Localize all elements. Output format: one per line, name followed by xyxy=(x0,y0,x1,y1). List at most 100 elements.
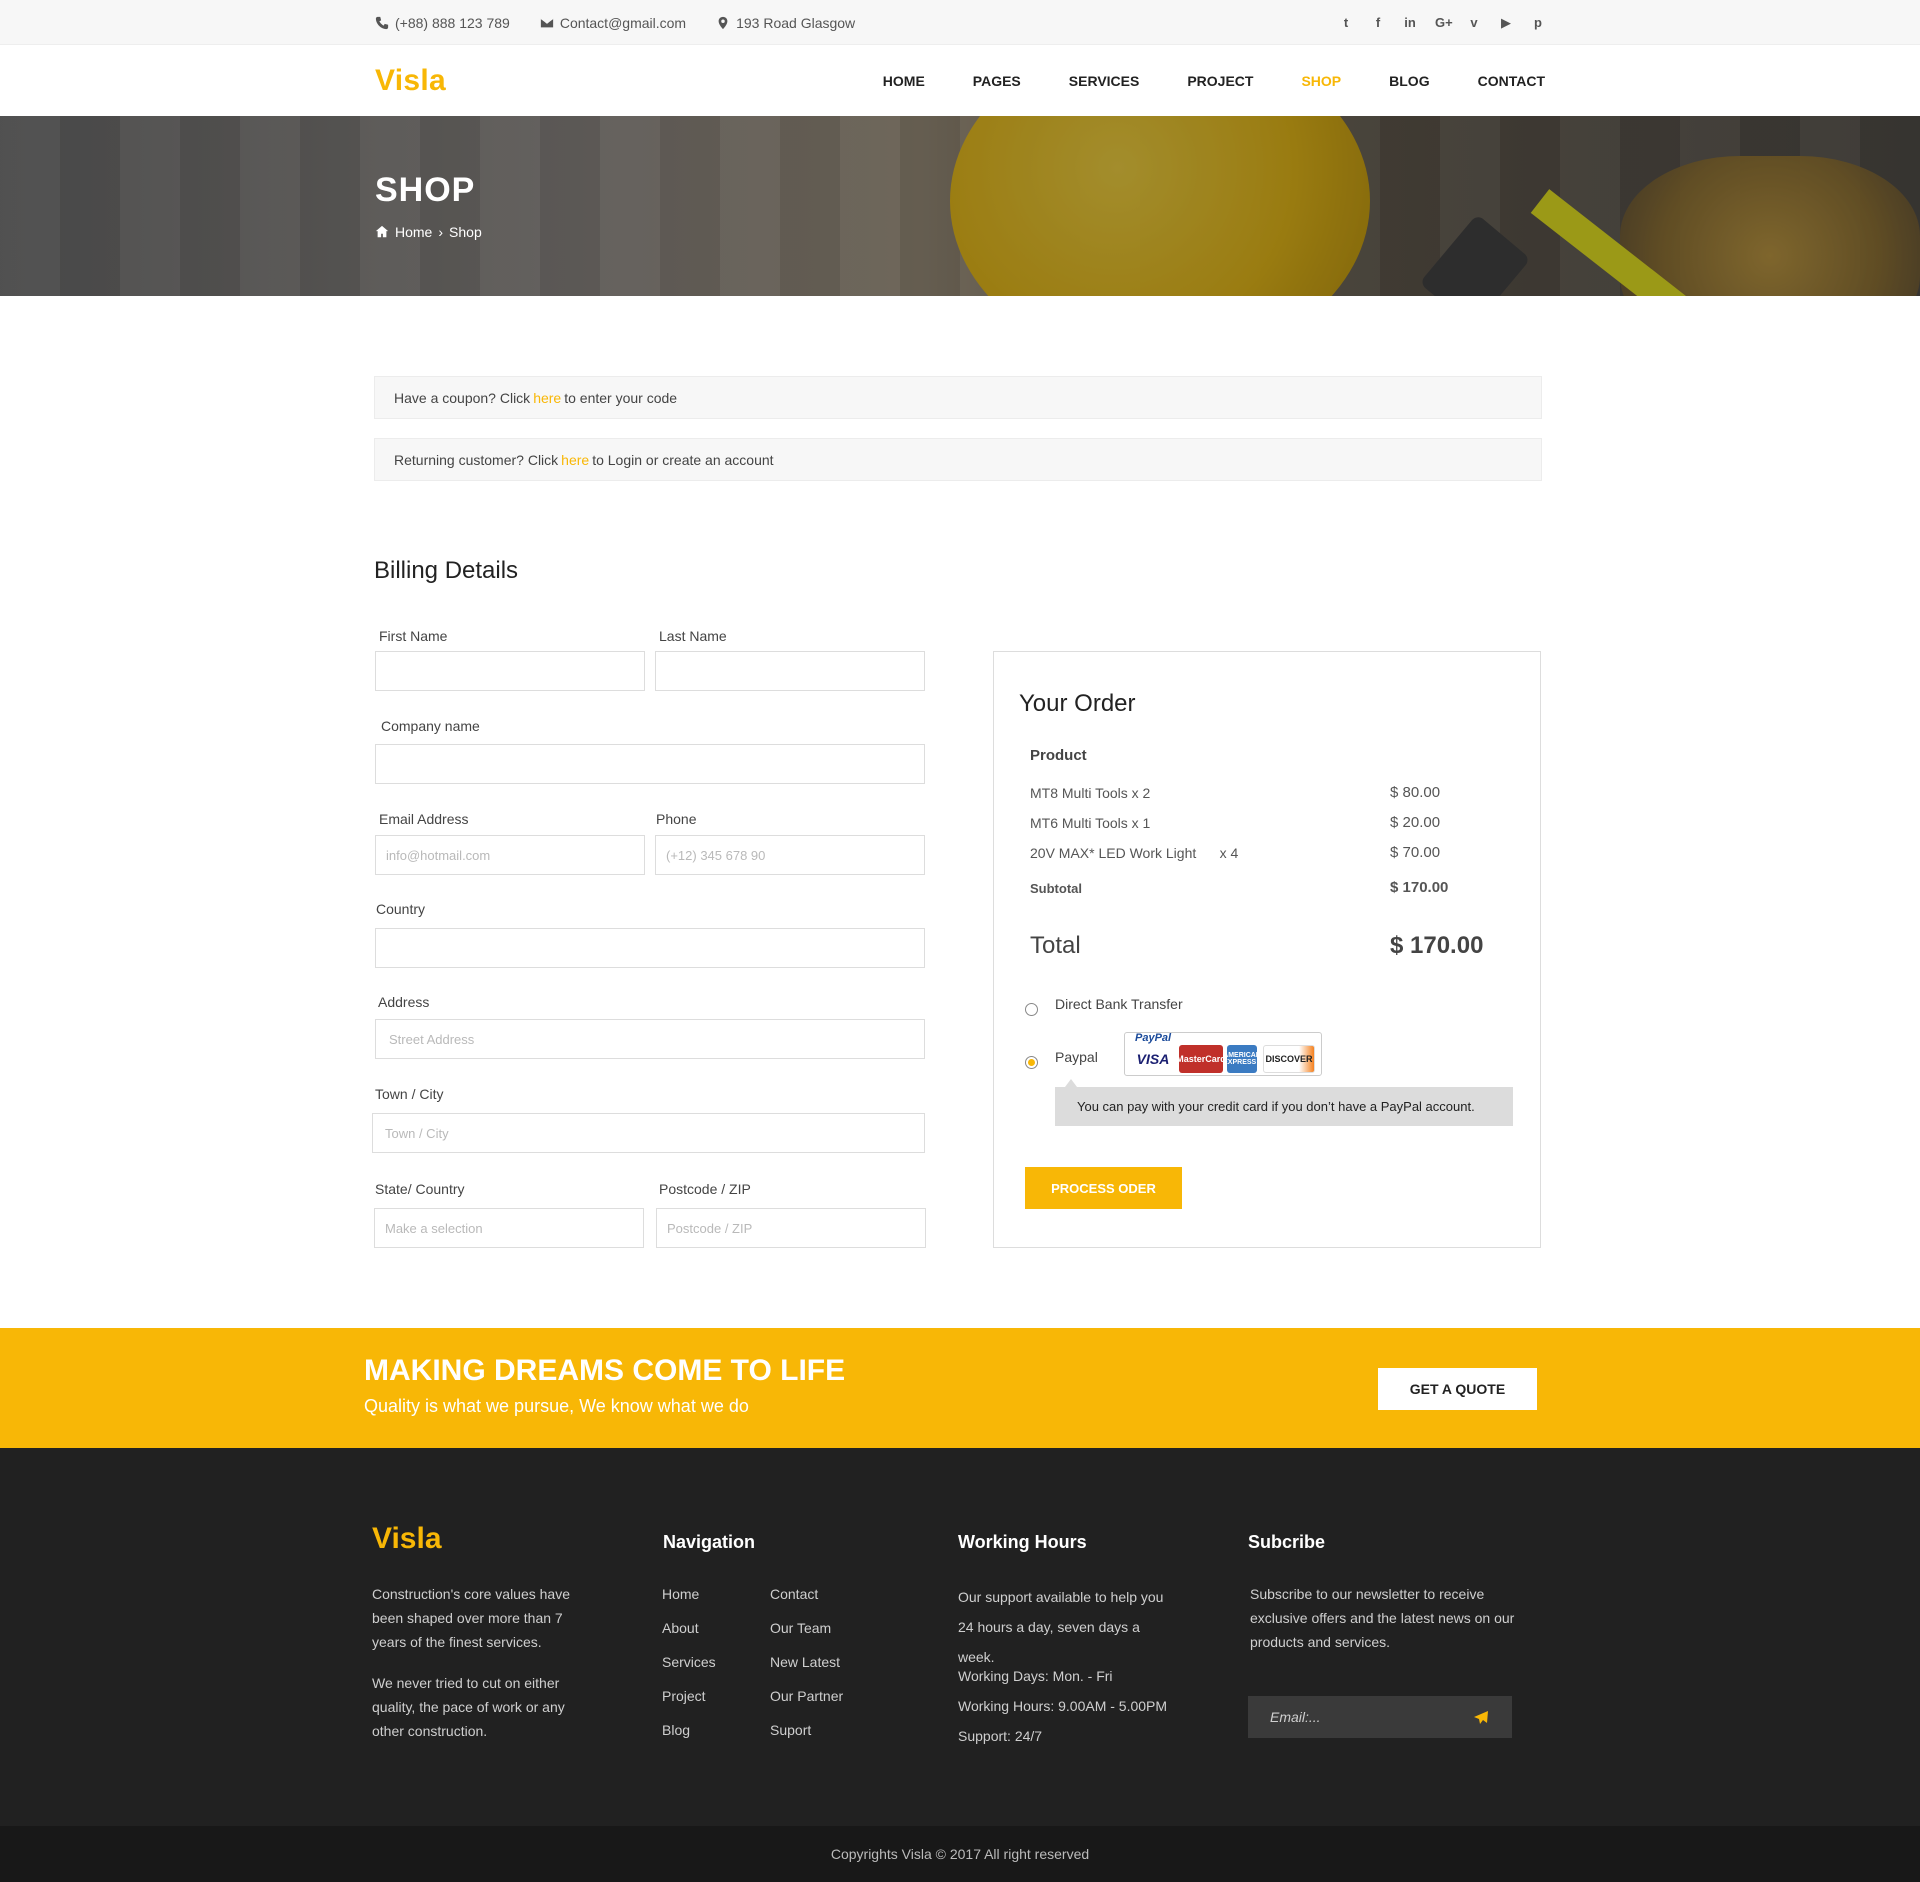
address-text: 193 Road Glasgow xyxy=(736,14,856,31)
cta-title: MAKING DREAMS COME TO LIFE xyxy=(364,1354,846,1387)
order-title: Your Order xyxy=(1019,690,1136,717)
send-icon[interactable] xyxy=(1473,1710,1489,1726)
first-name-field[interactable] xyxy=(375,651,645,691)
company-label: Company name xyxy=(381,718,480,734)
phone-field[interactable] xyxy=(655,835,925,875)
nav-project[interactable]: PROJECT xyxy=(1187,73,1253,89)
envelope-icon xyxy=(540,17,554,27)
nav-shop[interactable]: SHOP xyxy=(1301,73,1341,89)
amex-card-icon: AMERICAN EXPRESS xyxy=(1223,1045,1261,1073)
footer-support-hours: Support: 24/7 xyxy=(958,1728,1043,1744)
address-field[interactable] xyxy=(375,1019,925,1059)
total-label: Total xyxy=(1030,932,1081,959)
pinterest-icon[interactable]: p xyxy=(1531,15,1545,30)
twitter-icon[interactable]: t xyxy=(1339,15,1353,30)
breadcrumb: Home › Shop xyxy=(375,224,482,240)
state-select[interactable] xyxy=(374,1208,644,1248)
cta-subtitle: Quality is what we pursue, We know what … xyxy=(364,1396,749,1416)
discover-card-icon: DISCOVER xyxy=(1263,1045,1315,1073)
breadcrumb-separator: › xyxy=(438,224,444,240)
footer-link-latest[interactable]: New Latest xyxy=(770,1654,840,1670)
payment-cards-logo: PayPal VISA MasterCard AMERICAN EXPRESS … xyxy=(1124,1032,1322,1076)
order-item-price: $ 80.00 xyxy=(1390,784,1441,801)
footer-logo[interactable]: Visla xyxy=(372,1522,442,1556)
footer-link-partner[interactable]: Our Partner xyxy=(770,1688,843,1704)
total-value: $ 170.00 xyxy=(1390,932,1484,959)
footer-hours-title: Working Hours xyxy=(958,1532,1087,1552)
postcode-label: Postcode / ZIP xyxy=(659,1181,751,1197)
main-nav: HOME PAGES SERVICES PROJECT SHOP BLOG CO… xyxy=(883,73,1545,89)
google-plus-icon[interactable]: G+ xyxy=(1435,15,1453,30)
order-item-name: MT6 Multi Tools x 1 xyxy=(1030,815,1151,831)
footer-link-support[interactable]: Suport xyxy=(770,1722,811,1738)
page-title: SHOP xyxy=(375,171,476,209)
last-name-label: Last Name xyxy=(659,628,727,644)
phone-label: Phone xyxy=(656,811,697,827)
email-text: Contact@gmail.com xyxy=(559,14,687,31)
product-header: Product xyxy=(1030,747,1087,764)
bank-transfer-radio[interactable] xyxy=(1025,1003,1038,1016)
state-label: State/ Country xyxy=(375,1181,465,1197)
login-suffix: to Login or create an account xyxy=(592,451,774,468)
linkedin-icon[interactable]: in xyxy=(1403,15,1417,30)
order-summary: Your Order Product MT8 Multi Tools x 2 $… xyxy=(993,651,1541,1248)
coupon-link[interactable]: here xyxy=(533,390,561,406)
get-quote-button[interactable]: GET A QUOTE xyxy=(1378,1368,1537,1410)
youtube-icon[interactable]: ▶ xyxy=(1499,15,1513,31)
nav-contact[interactable]: CONTACT xyxy=(1478,73,1545,89)
email-info: Contact@gmail.com xyxy=(540,15,686,31)
login-notice: Returning customer? Click here to Login … xyxy=(374,438,1542,481)
footer-link-team[interactable]: Our Team xyxy=(770,1620,831,1636)
nav-services[interactable]: SERVICES xyxy=(1069,73,1140,89)
breadcrumb-current: Shop xyxy=(449,224,482,240)
footer-link-blog[interactable]: Blog xyxy=(662,1722,690,1738)
footer-about-2: We never tried to cut on either quality,… xyxy=(372,1675,565,1739)
site-header: Visla HOME PAGES SERVICES PROJECT SHOP B… xyxy=(0,45,1920,116)
footer-link-home[interactable]: Home xyxy=(662,1586,699,1602)
address-label: Address xyxy=(378,994,430,1010)
footer-link-contact[interactable]: Contact xyxy=(770,1586,818,1602)
visa-card-icon: VISA xyxy=(1131,1045,1175,1073)
login-link[interactable]: here xyxy=(561,452,589,468)
footer-link-services[interactable]: Services xyxy=(662,1654,716,1670)
nav-blog[interactable]: BLOG xyxy=(1389,73,1429,89)
facebook-icon[interactable]: f xyxy=(1371,15,1385,30)
nav-pages[interactable]: PAGES xyxy=(973,73,1021,89)
nav-home[interactable]: HOME xyxy=(883,73,925,89)
postcode-field[interactable] xyxy=(656,1208,926,1248)
process-order-button[interactable]: PROCESS ODER xyxy=(1025,1167,1182,1209)
social-links: t f in G+ v ▶ p xyxy=(1339,15,1545,31)
company-field[interactable] xyxy=(375,744,925,784)
vimeo-icon[interactable]: v xyxy=(1467,15,1481,30)
town-field[interactable] xyxy=(372,1113,925,1153)
order-item-name: MT8 Multi Tools x 2 xyxy=(1030,785,1151,801)
coupon-notice-wrap: Have a coupon? Click here to enter your … xyxy=(374,376,1542,419)
breadcrumb-home[interactable]: Home xyxy=(395,224,432,240)
footer-link-about[interactable]: About xyxy=(662,1620,699,1636)
subtotal-value: $ 170.00 xyxy=(1390,879,1449,896)
coupon-text: Have a coupon? Click xyxy=(394,389,531,406)
country-label: Country xyxy=(376,901,426,917)
cta-banner: MAKING DREAMS COME TO LIFE Quality is wh… xyxy=(0,1328,1920,1448)
bank-transfer-label[interactable]: Direct Bank Transfer xyxy=(1055,996,1183,1012)
paypal-radio[interactable] xyxy=(1025,1056,1038,1069)
site-logo[interactable]: Visla xyxy=(375,64,446,98)
copyright-bar: Copyrights Visla © 2017 All right reserv… xyxy=(0,1826,1920,1882)
email-field[interactable] xyxy=(375,835,645,875)
phone-text: (+88) 888 123 789 xyxy=(395,14,510,31)
coupon-suffix: to enter your code xyxy=(564,389,678,406)
contact-info: (+88) 888 123 789 Contact@gmail.com 193 … xyxy=(375,15,855,31)
order-item-name: 20V MAX* LED Work Light x 4 xyxy=(1030,845,1239,861)
footer-hours-text: Our support available to help you 24 hou… xyxy=(958,1589,1164,1665)
phone-info: (+88) 888 123 789 xyxy=(375,15,510,31)
town-label: Town / City xyxy=(375,1086,444,1102)
order-item-price: $ 70.00 xyxy=(1390,844,1441,861)
last-name-field[interactable] xyxy=(655,651,925,691)
footer-link-project[interactable]: Project xyxy=(662,1688,706,1704)
address-info: 193 Road Glasgow xyxy=(716,15,855,31)
phone-icon xyxy=(375,16,389,29)
first-name-label: First Name xyxy=(379,628,448,644)
country-field[interactable] xyxy=(375,928,925,968)
paypal-label[interactable]: Paypal xyxy=(1055,1049,1098,1065)
footer-working-hours: Working Hours: 9.00AM - 5.00PM xyxy=(958,1698,1168,1714)
